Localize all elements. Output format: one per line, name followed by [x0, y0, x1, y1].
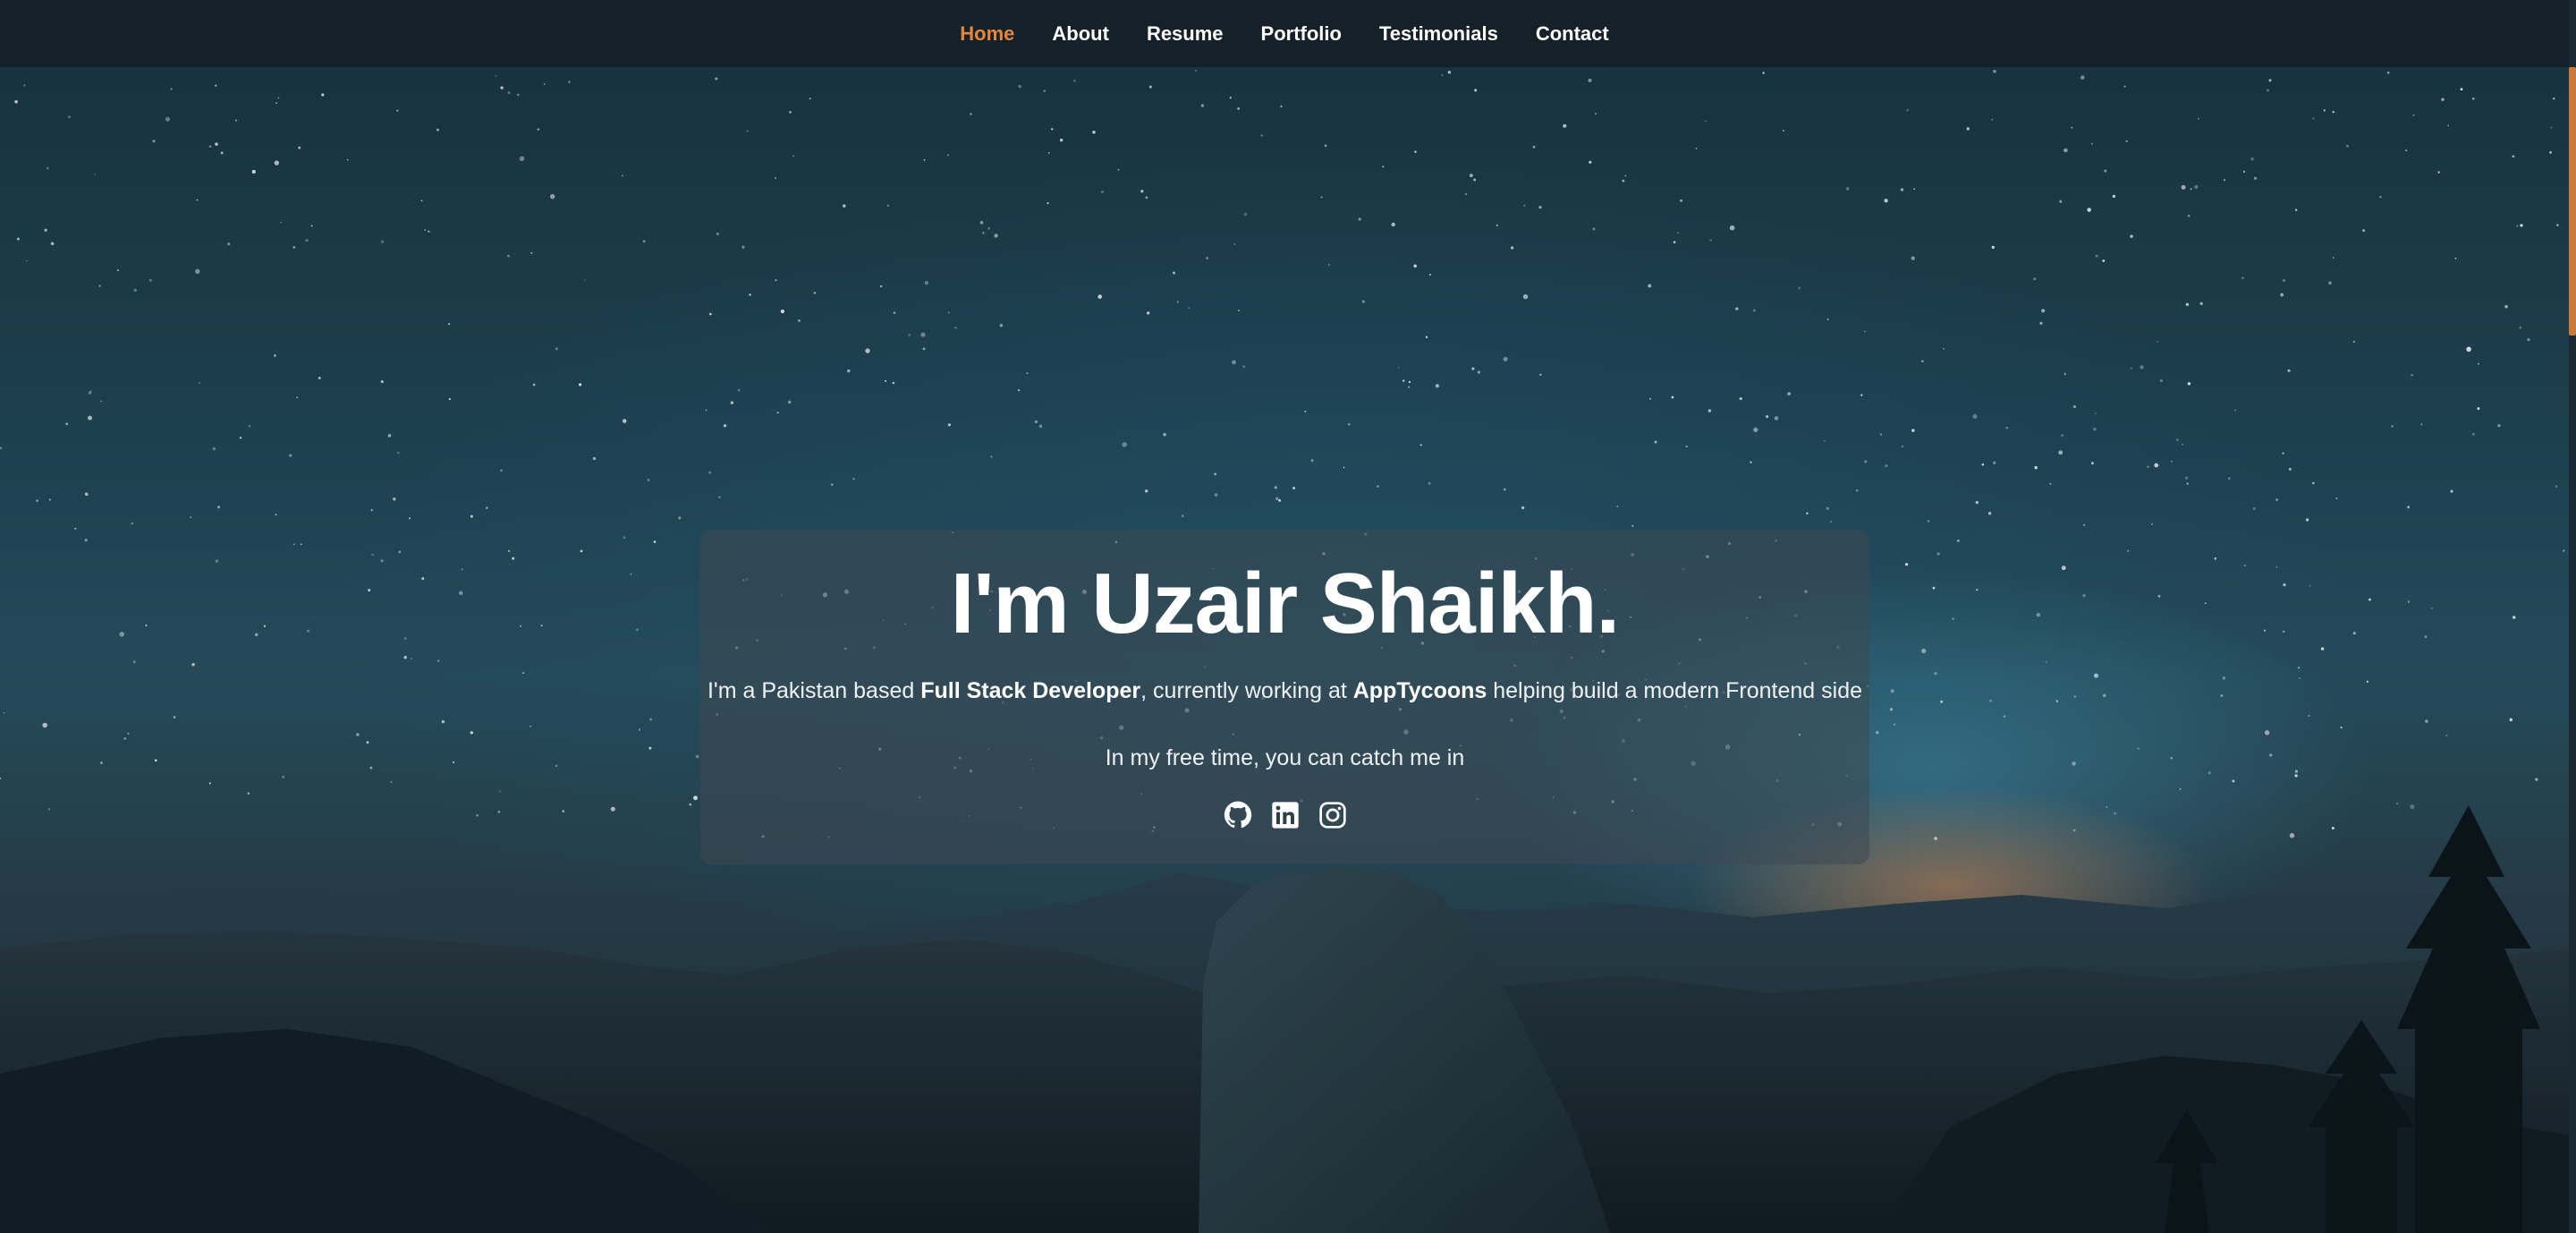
page-scrollbar[interactable] [2569, 0, 2576, 1233]
hero-description: I'm a Pakistan based Full Stack Develope… [700, 678, 1869, 704]
github-icon[interactable] [1224, 801, 1252, 829]
nav-item-about[interactable]: About [1033, 22, 1128, 46]
hero-card: I'm Uzair Shaikh. I'm a Pakistan based F… [700, 530, 1869, 864]
top-navbar: Home About Resume Portfolio Testimonials… [0, 0, 2569, 67]
social-links [700, 801, 1869, 829]
desc-middle: , currently working at [1140, 678, 1353, 703]
linkedin-icon[interactable] [1271, 801, 1300, 829]
nav-item-contact[interactable]: Contact [1517, 22, 1628, 46]
desc-prefix: I'm a Pakistan based [707, 678, 921, 703]
scrollbar-thumb[interactable] [2569, 67, 2576, 336]
instagram-icon[interactable] [1318, 801, 1347, 829]
desc-suffix: helping build a modern Frontend side [1487, 678, 1863, 703]
company-text: AppTycoons [1352, 678, 1487, 703]
nav-item-resume[interactable]: Resume [1128, 22, 1242, 46]
page: Home About Resume Portfolio Testimonials… [0, 0, 2576, 1233]
hero-title: I'm Uzair Shaikh. [950, 556, 1620, 651]
free-time-text: In my free time, you can catch me in [1105, 745, 1465, 770]
role-text: Full Stack Developer [920, 678, 1141, 703]
nav-item-testimonials[interactable]: Testimonials [1360, 22, 1517, 46]
nav-item-home[interactable]: Home [941, 22, 1033, 46]
nav-item-portfolio[interactable]: Portfolio [1242, 22, 1360, 46]
